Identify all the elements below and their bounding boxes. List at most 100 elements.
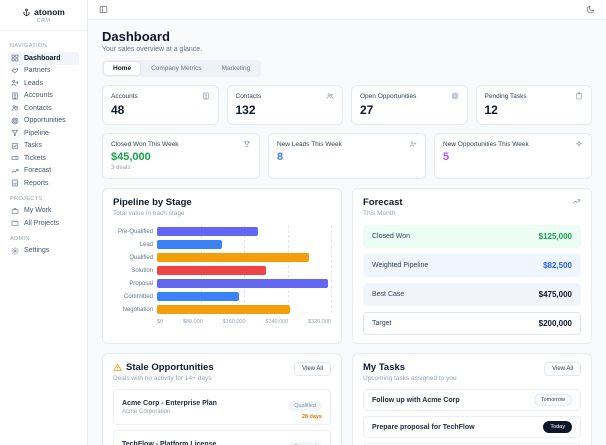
sidebar-item-reports[interactable]: Reports (8, 177, 79, 190)
sidebar-item-label: All Projects (24, 219, 60, 227)
forecast-rows: Closed Won $125,000 Weighted Pipeline $8… (363, 225, 581, 335)
check-square-icon (11, 142, 19, 150)
task-title: Follow up with Acme Corp (372, 396, 460, 404)
sidebar-item-partners[interactable]: Partners (8, 65, 79, 78)
sidebar-item-tickets[interactable]: Tickets (8, 152, 79, 165)
warning-icon (113, 363, 122, 372)
sidebar-item-contacts[interactable]: Contacts (8, 102, 79, 115)
panel-left-icon (99, 6, 108, 13)
brand-anchor-icon (22, 8, 31, 17)
sidebar-item-dashboard[interactable]: Dashboard (8, 52, 79, 65)
stat-label: New Opportunities This Week (443, 140, 529, 148)
tasks-list: Follow up with Acme Corp Tomorrow Prepar… (363, 389, 581, 445)
theme-toggle-button[interactable] (585, 4, 596, 15)
stale-list: Acme Corp - Enterprise Plan Acme Corporat… (113, 389, 331, 445)
chart-category-label: Pre-Qualified (117, 228, 153, 235)
kpi-value: 132 (235, 103, 256, 117)
nav-section-label: Navigation (10, 43, 48, 49)
sidebar-item-label: Pipeline (24, 129, 49, 137)
users-icon (326, 92, 334, 100)
sidebar-toggle-button[interactable] (98, 4, 109, 15)
stale-opportunities-panel: Stale Opportunities Deals with no activi… (102, 353, 342, 445)
stat-subtext: 3 deals (111, 165, 131, 171)
my-tasks-panel: My Tasks Upcoming tasks assigned to you … (352, 353, 592, 445)
file-chart-icon (11, 179, 19, 187)
sidebar-item-accounts[interactable]: Accounts (8, 90, 79, 103)
sidebar-item-pipeline[interactable]: Pipeline (8, 127, 79, 140)
trend-icon (11, 167, 19, 175)
pipeline-bar (157, 240, 223, 249)
users-icon (11, 104, 19, 112)
sidebar-item-my-work[interactable]: My Work (8, 205, 79, 218)
kpi-value: 48 (111, 103, 125, 117)
tasks-subtitle: Upcoming tasks assigned to you (363, 375, 457, 382)
brand-name: atonom (34, 7, 65, 17)
clipboard-icon (575, 92, 583, 100)
forecast-value: $125,000 (538, 232, 572, 241)
opportunity-title: TechFlow - Platform License (122, 440, 217, 445)
nav-section-label: Projects (10, 195, 43, 202)
x-tick: $240,000 (265, 319, 289, 325)
tasks-title: My Tasks (363, 362, 406, 373)
forecast-value: $82,500 (543, 261, 572, 270)
page-subtitle: Your sales overview at a glance. (102, 46, 203, 53)
chart-x-axis: $0 $80,000 $160,000 $240,000 $320,000 (157, 319, 331, 325)
task-item[interactable]: Prepare proposal for TechFlow Today (363, 416, 581, 438)
kpi-label: Contacts (235, 92, 262, 100)
gear-icon (11, 247, 19, 255)
stale-view-all-button[interactable]: View All (294, 362, 331, 376)
forecast-row-closed-won: Closed Won $125,000 (363, 225, 581, 248)
sidebar-item-label: My Work (24, 207, 52, 215)
forecast-panel: Forecast This Month Closed Won $125,000 … (352, 188, 592, 344)
stat-card-new-leads: New Leads This Week 8 (268, 133, 426, 179)
kpi-card-open-opportunities: Open Opportunities 27 (351, 85, 468, 125)
topbar (88, 0, 606, 20)
target-icon (11, 117, 19, 125)
forecast-title: Forecast (363, 197, 403, 208)
x-tick: $160,000 (222, 319, 246, 325)
sidebar-item-settings[interactable]: Settings (8, 245, 79, 258)
forecast-value: $200,000 (538, 319, 572, 328)
opportunity-title: Acme Corp - Enterprise Plan (122, 399, 217, 407)
pipeline-bar (157, 279, 329, 288)
stale-item[interactable]: Acme Corp - Enterprise Plan Acme Corporat… (113, 389, 331, 425)
kpi-label: Open Opportunities (360, 92, 417, 100)
chart-category-label: Lead (139, 241, 153, 248)
folder-icon (11, 219, 19, 227)
pipeline-bar (157, 292, 239, 301)
pipeline-bar-chart: Pre-Qualified Lead Qualified Solution Pr… (113, 225, 332, 325)
sidebar-item-label: Leads (24, 79, 44, 87)
tab-company-metrics[interactable]: Company Metrics (142, 62, 211, 75)
tasks-view-all-button[interactable]: View All (544, 362, 581, 376)
stat-label: Closed Won This Week (111, 140, 179, 148)
forecast-row-target: Target $200,000 (363, 312, 581, 335)
sidebar-item-label: Reports (24, 179, 49, 187)
ticket-icon (11, 154, 19, 162)
dashboard-tabs: Home Company Metrics Marketing (102, 60, 262, 77)
brand-sub: CRM (36, 18, 51, 24)
stat-card-new-opportunities: New Opportunities This Week 5 (434, 133, 592, 179)
sidebar-item-label: Tickets (24, 154, 46, 162)
x-tick: $80,000 (182, 319, 203, 325)
pipeline-bar (157, 253, 310, 262)
stale-item[interactable]: TechFlow - Platform LicenseTechFlow Solu… (113, 430, 331, 445)
stat-card-closed-won: Closed Won This Week $45,000 3 deals (102, 133, 260, 179)
sidebar-item-all-projects[interactable]: All Projects (8, 217, 79, 230)
task-title: Prepare proposal for TechFlow (372, 423, 475, 431)
kpi-card-accounts: Accounts 48 (102, 85, 219, 125)
pipeline-bar (157, 305, 291, 314)
sidebar-item-label: Dashboard (24, 54, 61, 62)
sidebar-item-opportunities[interactable]: Opportunities (8, 115, 79, 128)
task-item[interactable]: Follow up with Acme Corp Tomorrow (363, 389, 581, 411)
tab-marketing[interactable]: Marketing (213, 62, 260, 75)
x-tick: $0 (157, 319, 164, 325)
tab-home[interactable]: Home (104, 62, 141, 75)
forecast-label: Best Case (372, 291, 405, 298)
sidebar-item-tasks[interactable]: Tasks (8, 140, 79, 153)
kpi-label: Accounts (111, 92, 138, 100)
target-icon (451, 92, 459, 100)
kpi-card-pending-tasks: Pending Tasks 12 (475, 85, 592, 125)
sparkle-icon (575, 140, 583, 148)
sidebar-item-leads[interactable]: Leads (8, 77, 79, 90)
sidebar-item-forecast[interactable]: Forecast (8, 165, 79, 178)
